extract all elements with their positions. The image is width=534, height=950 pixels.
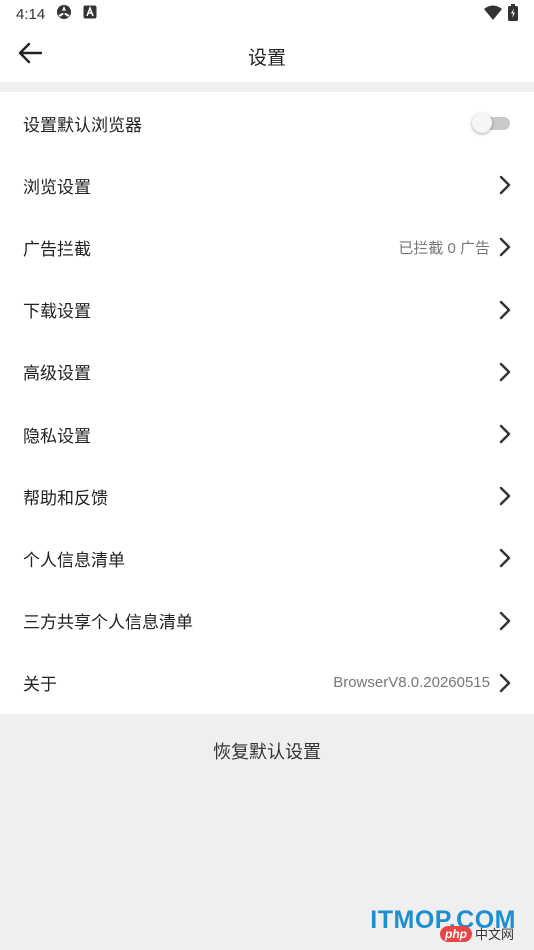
setting-ad-block[interactable]: 广告拦截 已拦截 0 广告 bbox=[0, 216, 534, 278]
status-left: 4:14 bbox=[16, 3, 97, 25]
setting-label: 浏览设置 bbox=[23, 177, 91, 198]
setting-label: 个人信息清单 bbox=[23, 550, 125, 571]
setting-label: 高级设置 bbox=[23, 364, 91, 385]
watermark-php: php bbox=[440, 925, 472, 942]
chevron-right-icon bbox=[498, 300, 512, 320]
ad-block-count: 已拦截 0 广告 bbox=[398, 239, 490, 257]
chevron-right-icon bbox=[498, 237, 512, 257]
version-text: BrowserV8.0.20260515 bbox=[333, 674, 490, 692]
chevron-right-icon bbox=[498, 175, 512, 195]
setting-about[interactable]: 关于 BrowserV8.0.20260515 bbox=[0, 652, 534, 714]
watermark-badge: php 中文网 bbox=[440, 924, 514, 943]
watermark-cn: 中文网 bbox=[475, 928, 515, 943]
setting-label: 三方共享个人信息清单 bbox=[23, 613, 193, 634]
wifi-icon bbox=[484, 5, 502, 24]
chevron-right-icon bbox=[498, 673, 512, 693]
app-bar: 设置 bbox=[0, 28, 534, 82]
chevron-right-icon bbox=[498, 611, 512, 631]
setting-download[interactable]: 下载设置 bbox=[0, 279, 534, 341]
setting-advanced[interactable]: 高级设置 bbox=[0, 341, 534, 403]
default-browser-toggle[interactable] bbox=[472, 113, 510, 134]
setting-third-party-info-list[interactable]: 三方共享个人信息清单 bbox=[0, 590, 534, 652]
chevron-right-icon bbox=[498, 548, 512, 568]
page-title: 设置 bbox=[247, 47, 286, 69]
status-bar: 4:14 bbox=[0, 0, 534, 28]
setting-label: 下载设置 bbox=[23, 302, 91, 323]
setting-help-feedback[interactable]: 帮助和反馈 bbox=[0, 465, 534, 527]
chevron-right-icon bbox=[498, 424, 512, 444]
chevron-right-icon bbox=[498, 362, 512, 382]
setting-browsing[interactable]: 浏览设置 bbox=[0, 154, 534, 216]
status-right bbox=[484, 3, 518, 25]
setting-label: 关于 bbox=[23, 675, 57, 696]
setting-label: 设置默认浏览器 bbox=[23, 115, 142, 136]
setting-privacy[interactable]: 隐私设置 bbox=[0, 403, 534, 465]
setting-personal-info-list[interactable]: 个人信息清单 bbox=[0, 527, 534, 589]
settings-gear-icon bbox=[55, 3, 73, 25]
restore-defaults-button[interactable]: 恢复默认设置 bbox=[0, 728, 534, 774]
setting-label: 广告拦截 bbox=[23, 239, 91, 260]
battery-icon bbox=[508, 3, 518, 25]
status-time: 4:14 bbox=[16, 5, 46, 23]
a-notification-icon bbox=[83, 5, 97, 23]
setting-label: 隐私设置 bbox=[23, 426, 91, 447]
site-watermark: ITMOP.COM php 中文网 bbox=[366, 902, 526, 946]
setting-label: 帮助和反馈 bbox=[23, 488, 108, 509]
setting-default-browser[interactable]: 设置默认浏览器 bbox=[0, 92, 534, 154]
settings-list: 设置默认浏览器 浏览设置 广告拦截 已拦截 0 广告 下载设置 高级设置 隐私设… bbox=[0, 92, 534, 714]
chevron-right-icon bbox=[498, 486, 512, 506]
section-divider bbox=[0, 82, 534, 92]
